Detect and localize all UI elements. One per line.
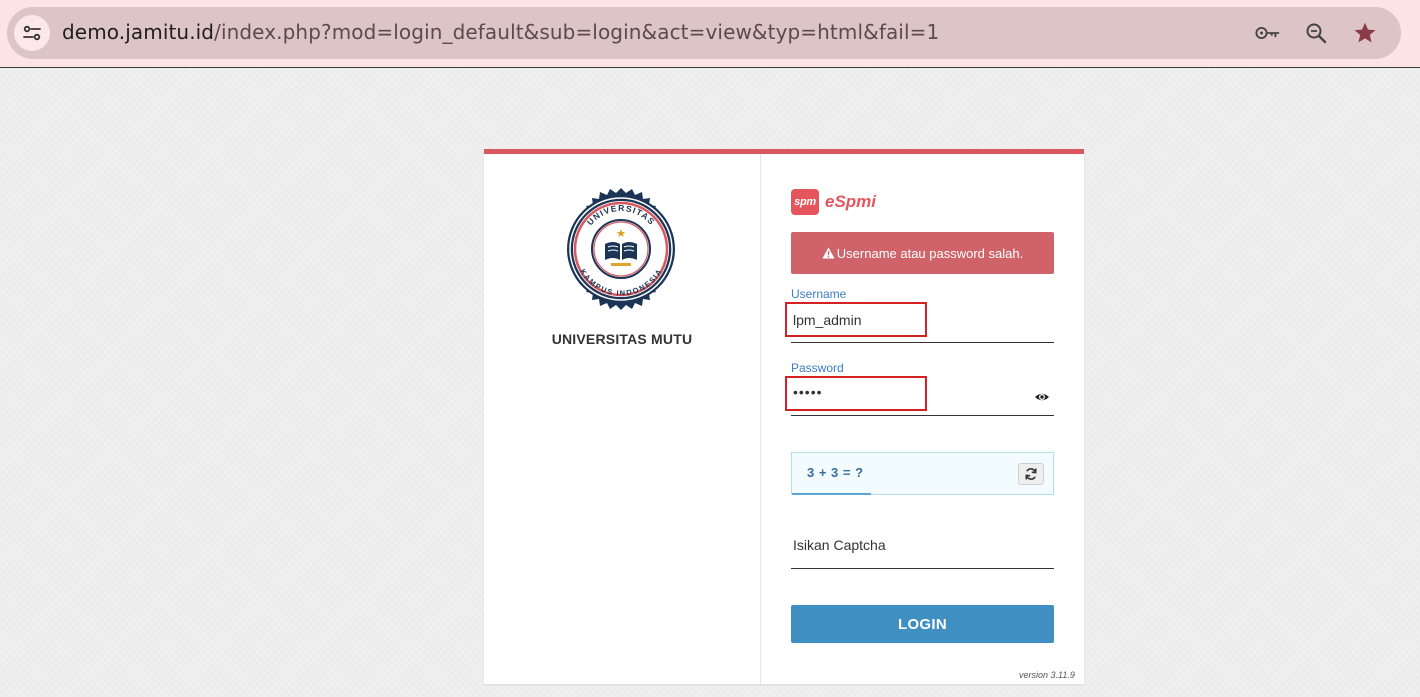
password-underline [791,415,1054,416]
card-divider [760,154,761,684]
refresh-captcha-button[interactable] [1018,463,1044,485]
spm-badge: spm [791,189,819,215]
warning-icon [822,247,835,259]
captcha-question: 3 + 3 = ? [807,465,864,480]
password-highlight-box [785,376,927,411]
version-text: version 3.11.9 [1019,670,1075,680]
refresh-icon [1025,468,1037,480]
url-text[interactable]: demo.jamitu.id/index.php?mod=login_defau… [62,20,939,44]
browser-toolbar: demo.jamitu.id/index.php?mod=login_defau… [0,0,1420,68]
zoom-icon[interactable] [1303,20,1329,46]
university-seal-logo: UNIVERSITAS KAMPUS INDONESIA [567,188,675,310]
address-bar[interactable]: demo.jamitu.id/index.php?mod=login_defau… [7,7,1401,59]
captcha-input[interactable]: Isikan Captcha [793,537,886,553]
username-label: Username [791,287,847,301]
brand-name: eSpmi [825,192,877,211]
site-settings-icon[interactable] [14,15,50,51]
captcha-underline [791,568,1054,569]
espmi-logo: spm eSpmi [791,189,876,215]
captcha-progress-line [792,493,871,495]
star-icon[interactable] [1352,20,1378,46]
url-domain: demo.jamitu.id [62,20,215,44]
error-alert: Username atau password salah. [791,232,1054,274]
key-icon[interactable] [1255,20,1281,46]
url-path: /index.php?mod=login_default&sub=login&a… [214,20,940,44]
login-button[interactable]: LOGIN [791,605,1054,643]
username-underline [791,342,1054,343]
captcha-box: 3 + 3 = ? [791,452,1054,495]
login-card: UNIVERSITAS KAMPUS INDONESIA UNIVERSITAS… [484,149,1084,684]
university-name: UNIVERSITAS MUTU [551,331,693,347]
password-label: Password [791,361,844,375]
alert-message: Username atau password salah. [836,245,1024,261]
show-password-eye-icon[interactable] [1034,389,1050,405]
username-highlight-box [785,302,927,337]
